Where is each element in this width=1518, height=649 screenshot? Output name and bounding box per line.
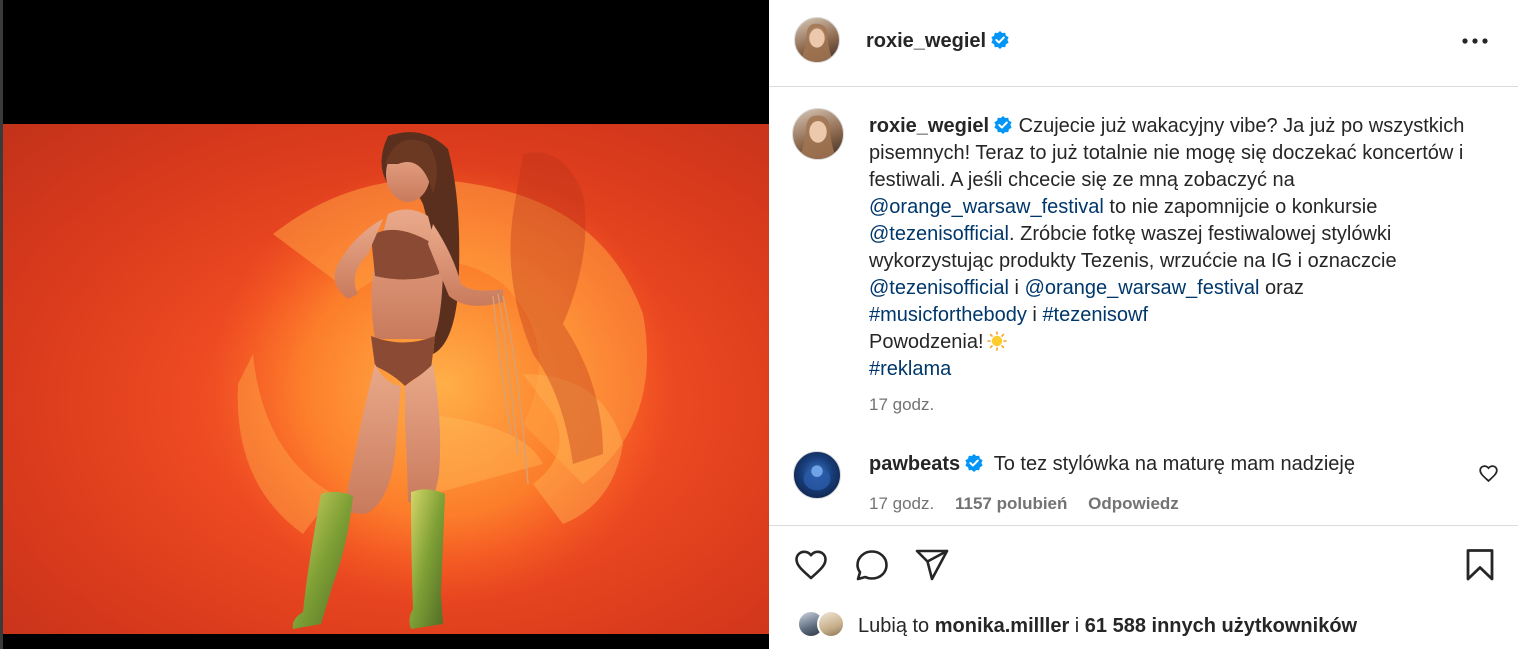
heart-icon xyxy=(795,550,827,580)
comment-reply-button[interactable]: Odpowiedz xyxy=(1088,494,1179,513)
caption-text: i xyxy=(1009,277,1025,299)
mention-link[interactable]: @tezenisofficial xyxy=(869,277,1009,299)
author-username-text[interactable]: roxie_wegiel xyxy=(866,30,986,52)
caption-avatar-image xyxy=(799,115,837,159)
actions-divider xyxy=(769,525,1518,526)
post-photo-illustration xyxy=(213,132,673,629)
post-details-panel: roxie_wegiel roxie_wegiel Czujecie już w… xyxy=(769,0,1518,649)
heart-icon xyxy=(1479,465,1498,483)
verified-badge-icon xyxy=(994,116,1012,134)
comment-likes-count[interactable]: 1157 polubień xyxy=(955,494,1067,513)
hashtag-link[interactable]: #tezenisowf xyxy=(1042,304,1148,326)
author-avatar[interactable] xyxy=(794,17,840,63)
mention-link[interactable]: @orange_warsaw_festival xyxy=(1025,277,1260,299)
caption-text: to nie zapomnijcie o konkursie xyxy=(1103,196,1378,218)
comment-timestamp[interactable]: 17 godz. xyxy=(869,494,934,513)
like-button[interactable] xyxy=(792,546,830,584)
likes-summary: Lubią to monika.milller i 61 588 innych … xyxy=(797,608,1497,642)
likes-middle: i xyxy=(1069,615,1085,637)
post-media[interactable] xyxy=(0,0,769,649)
verified-badge-icon xyxy=(991,31,1009,49)
caption-username[interactable]: roxie_wegiel xyxy=(869,115,989,137)
liker-avatar[interactable] xyxy=(817,610,845,638)
likes-prefix: Lubią to xyxy=(858,615,935,637)
comment-text: To tez stylówka na maturę mam nadzieję xyxy=(993,453,1355,475)
commenter-avatar-image xyxy=(803,465,831,491)
share-icon xyxy=(915,549,949,581)
commenter-avatar[interactable] xyxy=(793,451,841,499)
caption-timestamp[interactable]: 17 godz. xyxy=(869,395,934,415)
post-caption: roxie_wegiel Czujecie już wakacyjny vibe… xyxy=(869,113,1489,383)
save-button[interactable] xyxy=(1461,546,1499,584)
commenter-username[interactable]: pawbeats xyxy=(869,453,960,475)
likes-text: Lubią to monika.milller i 61 588 innych … xyxy=(858,615,1357,638)
share-button[interactable] xyxy=(913,546,951,584)
comment-button[interactable] xyxy=(853,546,891,584)
sun-emoji-icon xyxy=(986,331,1007,351)
comment-meta: 17 godz. 1157 polubień Odpowiedz xyxy=(869,494,1195,514)
caption-text: oraz xyxy=(1259,277,1304,299)
author-username[interactable]: roxie_wegiel xyxy=(866,30,1010,53)
post-photo[interactable] xyxy=(3,124,769,634)
hashtag-link[interactable]: #musicforthebody xyxy=(869,304,1027,326)
comment: pawbeats To tez stylówka na maturę mam n… xyxy=(869,453,1355,476)
mention-link[interactable]: @orange_warsaw_festival xyxy=(869,196,1104,218)
bookmark-icon xyxy=(1466,549,1494,581)
hashtag-link[interactable]: #reklama xyxy=(869,358,951,380)
author-avatar-image xyxy=(800,23,834,62)
verified-badge-icon xyxy=(965,454,983,472)
more-options-button[interactable] xyxy=(1461,28,1489,54)
comment-like-button[interactable] xyxy=(1478,463,1499,484)
post-header: roxie_wegiel xyxy=(769,0,1518,87)
mention-link[interactable]: @tezenisofficial xyxy=(869,223,1009,245)
likes-count[interactable]: 61 588 innych użytkowników xyxy=(1085,615,1357,637)
caption-text: i xyxy=(1026,304,1043,326)
comment-icon xyxy=(856,550,888,581)
caption-text: Powodzenia! xyxy=(869,331,984,353)
caption-author-avatar[interactable] xyxy=(792,108,844,160)
liker-username[interactable]: monika.milller xyxy=(935,615,1070,637)
more-horizontal-icon xyxy=(1462,38,1488,44)
